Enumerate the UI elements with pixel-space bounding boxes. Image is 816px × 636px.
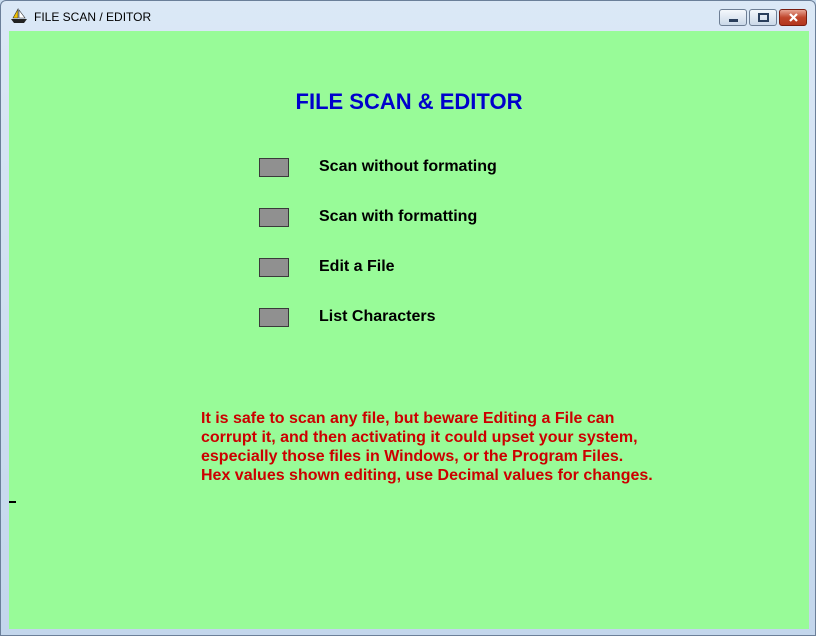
warning-line: Hex values shown editing, use Decimal va… — [201, 467, 653, 484]
option-label: Scan without formating — [319, 158, 497, 175]
option-label: Scan with formatting — [319, 208, 478, 225]
list-characters-button[interactable] — [259, 308, 289, 327]
option-label: List Characters — [319, 308, 436, 325]
warning-line: corrupt it, and then activating it could… — [201, 429, 638, 446]
minimize-button[interactable] — [719, 9, 747, 26]
window-title: FILE SCAN / EDITOR — [34, 10, 152, 24]
warning-text: It is safe to scan any file, but beware … — [201, 409, 721, 485]
page-title: FILE SCAN & EDITOR — [295, 89, 523, 114]
close-button[interactable] — [779, 9, 807, 26]
maximize-button[interactable] — [749, 9, 777, 26]
warning-line: especially those files in Windows, or th… — [201, 448, 624, 465]
text-cursor — [9, 501, 16, 503]
client-area: FILE SCAN & EDITOR Scan without formatin… — [9, 31, 809, 629]
sailboat-app-icon[interactable] — [10, 7, 28, 24]
scan-with-formatting-button[interactable] — [259, 208, 289, 227]
warning-line: It is safe to scan any file, but beware … — [201, 410, 615, 427]
app-window: FILE SCAN / EDITOR FILE SCAN & EDITOR Sc… — [0, 0, 816, 636]
title-bar[interactable]: FILE SCAN / EDITOR — [1, 1, 815, 31]
option-label: Edit a File — [319, 258, 395, 275]
edit-a-file-button[interactable] — [259, 258, 289, 277]
scan-without-formating-button[interactable] — [259, 158, 289, 177]
